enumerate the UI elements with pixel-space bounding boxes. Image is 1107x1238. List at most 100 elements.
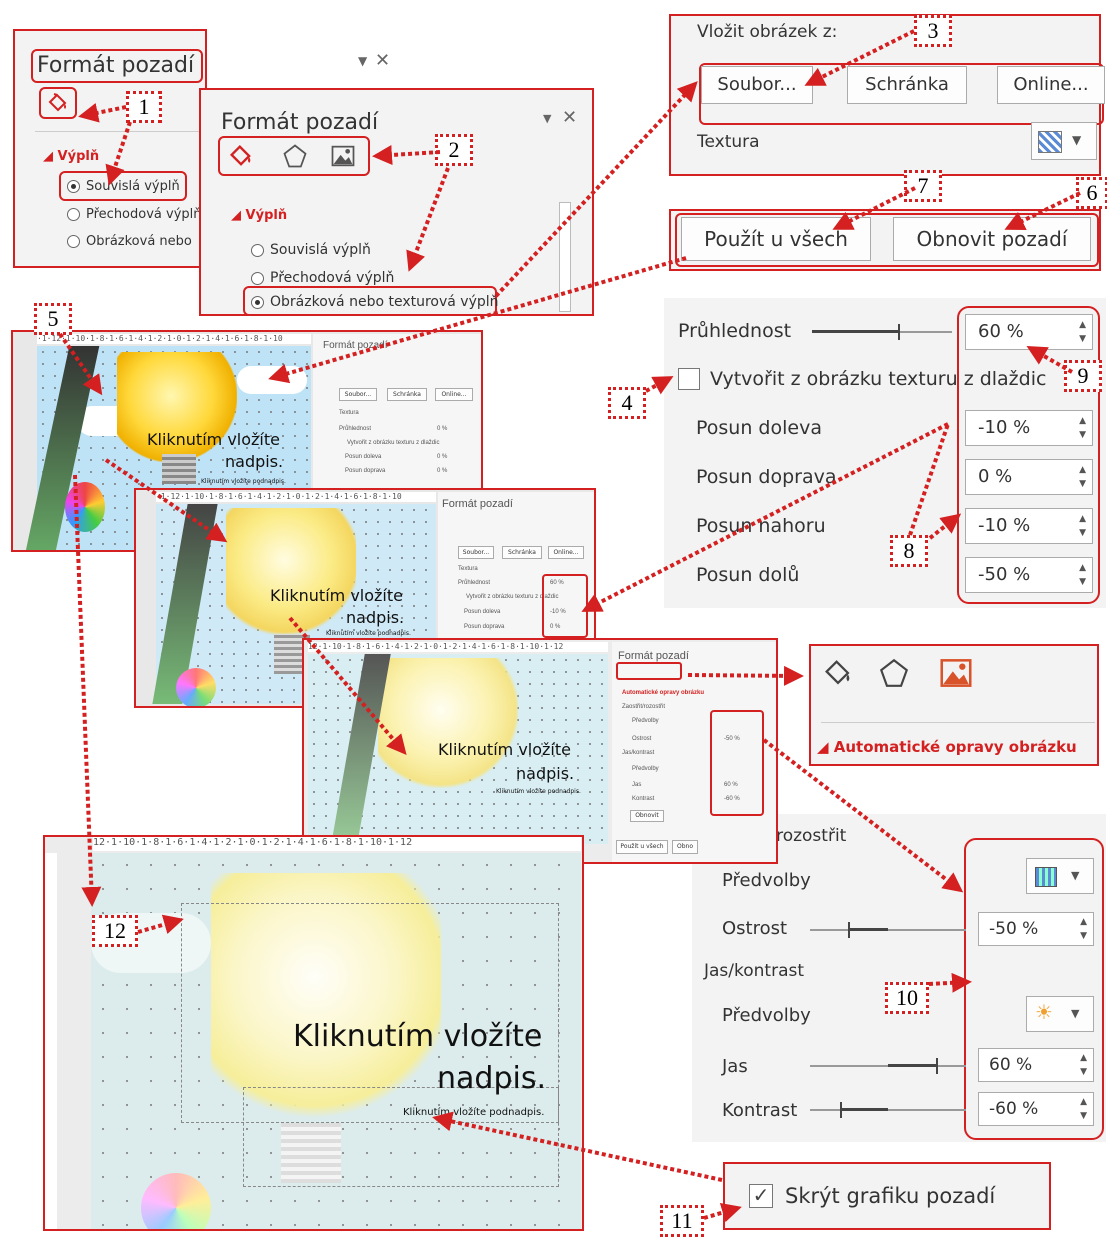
scrollbar[interactable] [559,202,571,312]
transparency-slider[interactable] [812,324,952,340]
sun-icon: ☀ [1035,1000,1053,1024]
horizontal-ruler: ·1·12·1·10·1·8·1·6·1·4·1·2·1·0·1·2·1·4·1… [37,334,311,344]
action-buttons-panel: Použít u všech Obnovit pozadí [669,209,1101,271]
offset-left-spinner[interactable]: -10 % ▲ ▼ [965,410,1093,446]
callout-9: 9 [1064,360,1102,392]
mini-tile-label: Vytvořit z obrázku texturu z dlaždic [347,440,440,446]
slide-title-line2[interactable]: nadpis. [437,1061,546,1096]
mini-reset-bg-button[interactable]: Obno [672,840,698,854]
dropdown-arrow-icon[interactable]: ▼ [543,112,551,125]
callout-2: 2 [435,134,473,166]
sharpness-slider[interactable] [810,922,966,938]
file-button[interactable]: Soubor... [701,66,813,104]
slide-title-line1[interactable]: Kliknutím vložíte [147,430,280,449]
texture-picker[interactable]: ▼ [1031,122,1097,160]
picture-icon[interactable] [937,654,975,692]
presets-label: Předvolby [722,870,811,891]
slide-title-line2[interactable]: nadpis. [346,608,404,627]
transparency-spinner[interactable]: 60 % ▲ ▼ [965,314,1093,350]
radio-icon[interactable] [251,271,264,285]
radio-icon[interactable] [67,208,80,221]
mini-apply-all-button[interactable]: Použít u všech [616,840,668,854]
mini-clipboard-button[interactable]: Schránka [387,388,427,401]
format-background-panel-1: Formát pozadí ◢ Výplň Souvislá výplň Pře… [13,29,207,268]
slide-title-line1[interactable]: Kliknutím vložíte [293,1019,542,1054]
mini-presets-label: Předvolby [632,718,659,724]
callout-3: 3 [914,15,952,47]
clipboard-button[interactable]: Schránka [847,66,967,104]
slide-title-line2[interactable]: nadpis. [225,452,283,471]
hide-graphics-checkbox[interactable]: ✓ [749,1184,773,1208]
picture-fill-option[interactable]: Obrázková nebo [67,234,192,249]
solid-fill-option[interactable]: Souvislá výplň [251,242,371,258]
large-slide: 12·1·10·1·8·1·6·1·4·1·2·1·0·1·2·1·4·1·6·… [43,835,584,1231]
mini-contrast-label: Kontrast [632,796,655,802]
sharpness-spinner[interactable]: -50 % ▲ ▼ [978,912,1094,946]
radio-icon[interactable] [67,180,80,193]
mini-section-label: Automatické opravy obrázku [622,690,705,696]
subtitle-placeholder[interactable] [243,1087,559,1187]
pentagon-effects-icon[interactable] [281,142,309,170]
mini-online-button[interactable]: Online... [435,388,473,401]
apply-to-all-button[interactable]: Použít u všech [681,217,871,261]
slide-subtitle[interactable]: Kliknutím vložíte podnadpis. [326,630,411,637]
mini-right-label: Posun doprava [464,624,505,630]
mini-brightness-label: Jas [632,782,642,788]
mini-reset-button[interactable]: Obnovit [630,810,664,822]
radio-icon[interactable] [251,295,264,309]
fill-section-header[interactable]: ◢ Výplň [231,208,287,223]
slide-title-line1[interactable]: Kliknutím vložíte [270,586,403,605]
offset-right-spinner[interactable]: 0 % ▲ ▼ [965,459,1093,495]
radio-icon[interactable] [251,243,264,257]
offset-top-spinner[interactable]: -10 % ▲ ▼ [965,508,1093,544]
brightness-spinner[interactable]: 60 % ▲ ▼ [978,1048,1094,1082]
mini-online-button[interactable]: Online... [548,546,584,559]
tile-checkbox[interactable] [678,368,700,390]
offset-top-label: Posun nahoru [696,515,826,537]
slide-title-line1[interactable]: Kliknutím vložíte [438,740,571,759]
picture-texture-fill-option[interactable]: Obrázková nebo texturová výplň [251,294,499,310]
brightness-presets-dropdown[interactable]: ☀ ▼ [1026,996,1094,1032]
brightness-slider[interactable] [810,1058,966,1074]
slide-subtitle[interactable]: Kliknutím vložíte podnadpis. [496,788,581,795]
gradient-fill-option[interactable]: Přechodová výplň [67,207,202,222]
contrast-slider[interactable] [810,1102,966,1118]
balloon [141,1173,211,1229]
online-button[interactable]: Online... [997,66,1105,104]
auto-corrections-header[interactable]: ◢ Automatické opravy obrázku [817,738,1077,756]
radio-icon[interactable] [67,235,80,248]
transparency-label: Průhlednost [678,320,792,342]
offset-bottom-spinner[interactable]: -50 % ▲ ▼ [965,557,1093,593]
mini-file-button[interactable]: Soubor... [458,546,494,559]
mini-transparency-label: Průhlednost [339,426,372,432]
light-bulb-image [226,508,356,638]
picture-icon[interactable] [329,142,357,170]
mini-clipboard-button[interactable]: Schránka [502,546,542,559]
slide-canvas: Kliknutím vložíte nadpis. Kliknutím vlož… [308,654,608,844]
callout-12: 12 [92,915,138,947]
solid-fill-option[interactable]: Souvislá výplň [67,179,180,194]
close-icon[interactable]: ✕ [375,50,390,71]
insert-picture-label: Vložit obrázek z: [697,22,838,42]
reset-background-button[interactable]: Obnovit pozadí [893,217,1091,261]
format-background-panel-2: Formát pozadí ▼ ✕ ◢ Výplň Souvislá výplň… [199,88,594,316]
fill-bucket-icon[interactable] [821,656,855,690]
callout-4: 4 [608,387,646,419]
horizontal-ruler: 12·1·10·1·8·1·6·1·4·1·2·1·0·1·2·1·4·1·6·… [308,642,608,652]
contrast-spinner[interactable]: -60 % ▲ ▼ [978,1092,1094,1126]
close-icon[interactable]: ✕ [562,107,577,128]
fill-section-header[interactable]: ◢ Výplň [43,149,99,164]
gradient-fill-option[interactable]: Přechodová výplň [251,270,394,286]
mini-left-value: 0 % [437,454,448,460]
slide-subtitle[interactable]: Kliknutím vložíte podnadpis. [403,1107,544,1118]
mini-file-button[interactable]: Soubor... [339,388,377,401]
pentagon-effects-icon[interactable] [877,656,911,690]
fill-bucket-icon[interactable] [227,142,255,170]
callout-1: 1 [126,91,162,123]
slide-title-line2[interactable]: nadpis. [516,764,574,783]
callout-7: 7 [904,170,942,202]
sharpen-presets-dropdown[interactable]: ▼ [1026,858,1094,894]
dropdown-arrow-icon[interactable]: ▼ [358,54,367,68]
slide-subtitle[interactable]: Kliknutím vložíte podnadpis. [201,478,286,485]
fill-bucket-icon[interactable] [46,91,70,115]
